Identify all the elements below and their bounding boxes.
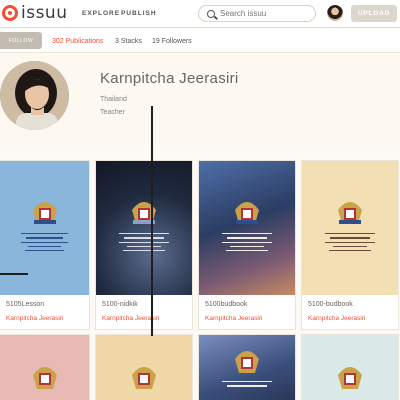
- search-icon: [207, 9, 215, 18]
- profile-avatar: [0, 61, 69, 130]
- publication-card[interactable]: 5105Lesson Karnpitcha Jeerasiri: [0, 161, 89, 329]
- publication-title[interactable]: 5105Lesson: [6, 301, 44, 308]
- school-emblem-icon: [32, 367, 57, 389]
- search-bar[interactable]: [198, 5, 316, 22]
- school-emblem-icon: [338, 367, 362, 389]
- publication-cover[interactable]: [199, 161, 295, 295]
- cover-text: [222, 381, 272, 390]
- profile-name: Karnpitcha Jeerasiri: [100, 70, 239, 87]
- publication-card[interactable]: [199, 335, 295, 400]
- cover-text: [119, 233, 169, 254]
- publication-title[interactable]: 5100-budbook: [308, 301, 353, 308]
- tab-publications[interactable]: 302 Publications: [52, 38, 103, 45]
- publication-card[interactable]: [96, 335, 192, 400]
- tab-followers[interactable]: 19 Followers: [152, 38, 192, 45]
- publication-card[interactable]: [302, 335, 398, 400]
- overlay-line-horizontal: [0, 273, 28, 275]
- school-emblem-icon: [132, 367, 156, 389]
- upload-button[interactable]: UPLOAD: [351, 5, 397, 22]
- logo-text: issuu: [21, 3, 68, 23]
- nav-publish[interactable]: PUBLISH: [121, 10, 157, 17]
- publication-title[interactable]: 5100-nidkik: [102, 301, 138, 308]
- school-emblem-icon: [235, 351, 259, 373]
- search-input[interactable]: [220, 9, 310, 18]
- profile-location: Thailand: [100, 96, 127, 103]
- school-emblem-icon: [235, 201, 259, 224]
- publication-cover[interactable]: [96, 161, 192, 295]
- school-emblem-icon: [32, 201, 57, 224]
- school-emblem-icon: [132, 201, 156, 224]
- publication-card[interactable]: 5100-budbook Karnpitcha Jeerasiri: [302, 161, 398, 329]
- cover-text: [222, 233, 272, 254]
- issuu-logo[interactable]: issuu: [2, 3, 68, 23]
- publication-author[interactable]: Karnpitcha Jeerasiri: [6, 315, 63, 322]
- cover-text: [21, 233, 68, 254]
- school-emblem-icon: [338, 201, 362, 224]
- publication-cover[interactable]: [0, 161, 89, 295]
- publication-title[interactable]: 5100budbook: [205, 301, 247, 308]
- publication-card[interactable]: 5100budbook Karnpitcha Jeerasiri: [199, 161, 295, 329]
- publication-card[interactable]: 5100-nidkik Karnpitcha Jeerasiri: [96, 161, 192, 329]
- publication-author[interactable]: Karnpitcha Jeerasiri: [308, 315, 365, 322]
- nav-explore[interactable]: EXPLORE: [82, 10, 120, 17]
- top-bar: issuu EXPLORE PUBLISH UPLOAD: [0, 0, 400, 28]
- follow-button[interactable]: FOLLOW: [0, 32, 42, 49]
- tab-stacks[interactable]: 3 Stacks: [115, 38, 142, 45]
- publication-cover[interactable]: [302, 161, 398, 295]
- issuu-logo-icon: [2, 5, 18, 21]
- profile-stats-bar: FOLLOW 302 Publications 3 Stacks 19 Foll…: [0, 29, 400, 53]
- publication-author[interactable]: Karnpitcha Jeerasiri: [205, 315, 262, 322]
- profile-bio: Teacher: [100, 109, 125, 116]
- cover-text: [325, 233, 375, 254]
- publication-card[interactable]: [0, 335, 89, 400]
- user-avatar[interactable]: [327, 5, 343, 21]
- overlay-line-vertical: [151, 106, 153, 336]
